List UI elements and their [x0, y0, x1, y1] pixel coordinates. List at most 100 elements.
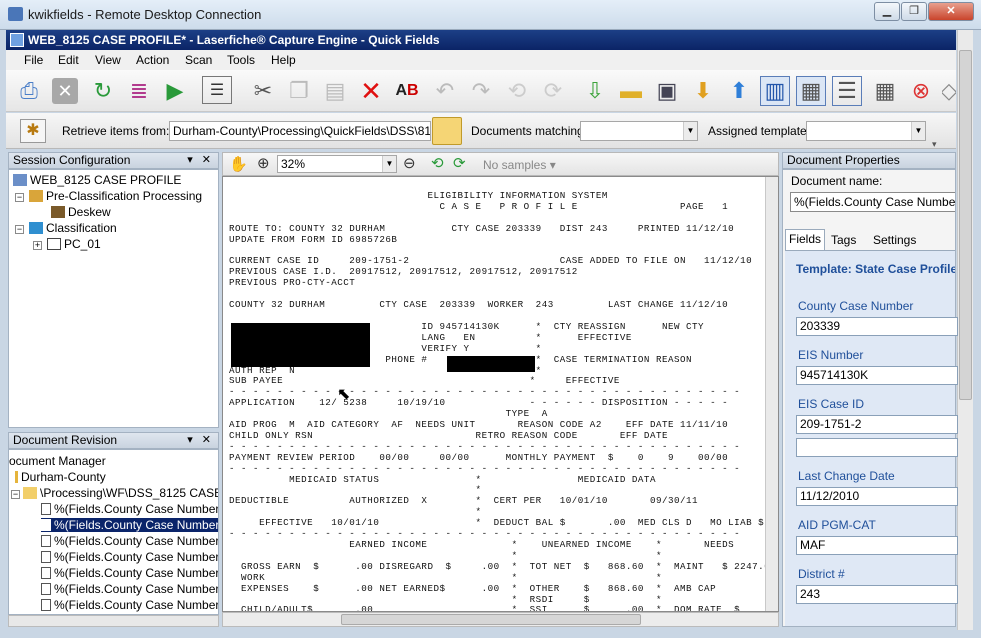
tree-classification[interactable]: Classification	[29, 221, 117, 235]
scroll-thumb[interactable]	[959, 50, 972, 400]
retrieve-combo[interactable]: Durham-County\Processing\QuickFields\DSS…	[169, 121, 431, 141]
list-item[interactable]: %(Fields.County Case Number) -	[41, 502, 218, 516]
list-item[interactable]: %(Fields.County Case Number) -	[41, 550, 218, 564]
store-icon[interactable]: ⬇	[688, 76, 718, 106]
copy-icon[interactable]: ❐	[284, 76, 314, 106]
pan-icon[interactable]: ✋	[229, 155, 248, 173]
tree-preclass[interactable]: Pre-Classification Processing	[29, 189, 202, 203]
list-view-icon[interactable]: ☰	[832, 76, 862, 106]
tree-deskew-label: Deskew	[68, 205, 111, 219]
zoom-out-icon[interactable]: ⊖	[403, 154, 416, 172]
page-icon	[47, 238, 61, 250]
browse-folder-icon[interactable]	[432, 117, 462, 145]
matching-label: Documents matching:	[471, 124, 588, 138]
aid-pgm-cat-input[interactable]: MAF	[796, 536, 958, 555]
folder-node[interactable]: \Processing\WF\DSS_8125 CASE PRC	[23, 486, 218, 500]
tree-pc01[interactable]: PC_01	[47, 237, 101, 251]
field-label-aid-pgm: AID PGM-CAT	[798, 518, 876, 532]
rotate-page-icon[interactable]: ⟲	[431, 154, 444, 172]
menu-edit[interactable]: Edit	[58, 53, 79, 67]
zoom-in-icon[interactable]: ⊕	[257, 154, 270, 172]
main-vertical-scrollbar[interactable]	[957, 30, 973, 630]
district-input[interactable]: 243	[796, 585, 958, 604]
folder-icon[interactable]: ▬	[616, 76, 646, 106]
template-combo[interactable]: ▼	[806, 121, 926, 141]
matching-combo[interactable]: ▼	[580, 121, 698, 141]
expand-icon[interactable]: +	[33, 241, 42, 250]
doc-manager[interactable]: ocument Manager	[9, 454, 106, 468]
document-vertical-scrollbar[interactable]	[765, 177, 778, 611]
tab-fields[interactable]: Fields	[785, 229, 825, 250]
menu-scan[interactable]: Scan	[185, 53, 212, 67]
cancel-icon[interactable]: ⊗	[906, 76, 936, 106]
scanner-icon[interactable]: ⎙	[14, 76, 44, 106]
delete-icon[interactable]: ✕	[356, 76, 386, 106]
more-icon[interactable]: ◇	[942, 76, 956, 106]
menu-file[interactable]: File	[24, 53, 43, 67]
extra-field-input[interactable]	[796, 438, 958, 457]
minimize-button[interactable]: ▁	[874, 2, 900, 21]
collapse-icon[interactable]: −	[11, 490, 20, 499]
layers-icon[interactable]: ≣	[124, 76, 154, 106]
settings-icon[interactable]: ✱	[20, 119, 46, 143]
panel-controls[interactable]: ▾ ✕	[187, 153, 214, 168]
upload-icon[interactable]: ⬆	[724, 76, 754, 106]
collapse-icon[interactable]: −	[15, 193, 24, 202]
close-button[interactable]: ✕	[928, 2, 974, 21]
fields-icon[interactable]: ☰	[202, 76, 232, 104]
tab-settings[interactable]: Settings	[873, 233, 916, 247]
redo-icon[interactable]: ↷	[466, 76, 496, 106]
list-item[interactable]: %(Fields.County Case Number) -	[41, 534, 218, 548]
menu-help[interactable]: Help	[271, 53, 296, 67]
tree-root[interactable]: WEB_8125 CASE PROFILE	[13, 173, 181, 187]
document-icon	[41, 535, 51, 547]
list-item[interactable]: %(Fields.County Case Number) -	[41, 598, 218, 612]
session-config-title: Session Configuration	[13, 153, 131, 167]
tree-deskew[interactable]: Deskew	[51, 205, 111, 219]
tab-tags[interactable]: Tags	[831, 233, 856, 247]
list-item[interactable]: %(Fields.County Case Number) -	[41, 582, 218, 596]
thumbnail-view-icon[interactable]: ▥	[760, 76, 790, 106]
run-icon[interactable]: ▶	[160, 76, 190, 106]
collapse-icon[interactable]: −	[15, 225, 24, 234]
county-node[interactable]: Durham-County	[15, 470, 106, 484]
county-case-number-input[interactable]: 203339	[796, 317, 958, 336]
refresh-icon[interactable]: ↻	[88, 76, 118, 106]
zoom-combo[interactable]: 32% ▼	[277, 155, 397, 173]
samples-combo[interactable]: No samples ▾	[483, 158, 556, 172]
undo-icon[interactable]: ↶	[430, 76, 460, 106]
detail-view-icon[interactable]: ▦	[796, 76, 826, 106]
scroll-thumb[interactable]	[341, 614, 641, 625]
list-item-selected[interactable]: %(Fields.County Case Number) -	[41, 518, 218, 532]
document-image-view[interactable]: ELIGIBILITY INFORMATION SYSTEM C A S E P…	[222, 176, 779, 612]
cut-icon[interactable]: ✂	[248, 76, 278, 106]
revision-horizontal-scrollbar[interactable]	[8, 615, 219, 627]
paste-icon[interactable]: ▤	[320, 76, 350, 106]
save-icon[interactable]: ▣	[652, 76, 682, 106]
grid-view-icon[interactable]: ▦	[870, 76, 900, 106]
eis-case-id-input[interactable]: 209-1751-2	[796, 415, 958, 434]
rename-icon[interactable]: AB	[392, 76, 422, 106]
field-label-district: District #	[798, 567, 845, 581]
rotate-page-right-icon[interactable]: ⟳	[453, 154, 466, 172]
rotate-right-icon[interactable]: ⟳	[538, 76, 568, 106]
field-label-last-change: Last Change Date	[798, 469, 895, 483]
menu-action[interactable]: Action	[136, 53, 169, 67]
last-change-date-input[interactable]: 11/12/2010	[796, 487, 958, 506]
session-config-panel: WEB_8125 CASE PROFILE − Pre-Classificati…	[8, 169, 219, 428]
doc-name-input[interactable]: %(Fields.County Case Number) - '	[790, 192, 955, 212]
panel-controls[interactable]: ▾ ✕	[187, 433, 214, 448]
eis-number-input[interactable]: 945714130K	[796, 366, 958, 385]
list-item[interactable]: %(Fields.County Case Number) -	[41, 566, 218, 580]
stop-icon[interactable]: ✕	[52, 78, 78, 104]
document-horizontal-scrollbar[interactable]	[222, 612, 779, 627]
menu-tools[interactable]: Tools	[227, 53, 255, 67]
doc-properties-title: Document Properties	[787, 153, 900, 167]
import-icon[interactable]: ⇩	[580, 76, 610, 106]
rotate-left-icon[interactable]: ⟲	[502, 76, 532, 106]
county-label: Durham-County	[21, 470, 106, 484]
restore-button[interactable]: ❐	[901, 2, 927, 21]
menu-view[interactable]: View	[95, 53, 121, 67]
tree-preclass-label: Pre-Classification Processing	[46, 189, 203, 203]
toolbar-overflow-icon[interactable]: ▾	[932, 139, 937, 150]
